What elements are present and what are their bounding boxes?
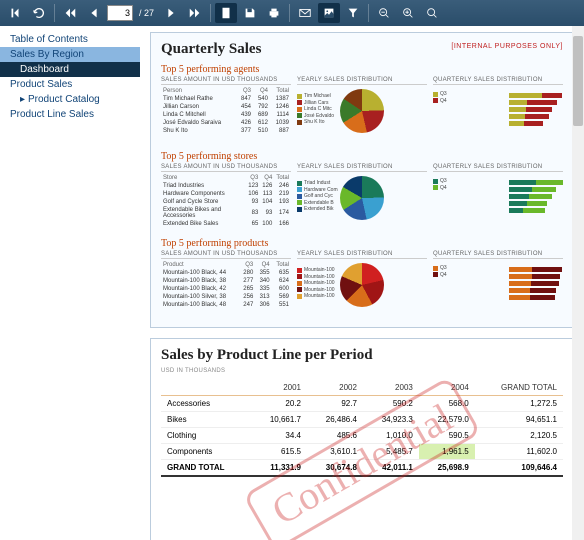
prev-page-button[interactable] — [83, 3, 105, 23]
forward-button[interactable] — [184, 3, 206, 23]
zoom-fit-button[interactable] — [421, 3, 443, 23]
report-viewer[interactable]: Quarterly Sales [INTERNAL PURPOSES ONLY]… — [140, 26, 584, 540]
zoom-out-button[interactable] — [373, 3, 395, 23]
toc-item[interactable]: Dashboard — [0, 62, 140, 77]
toc-item[interactable]: ▸Product Catalog — [0, 92, 140, 107]
filter-button[interactable] — [342, 3, 364, 23]
pie-chart: Mountain-100Mountain-100Mountain-100Moun… — [297, 263, 427, 319]
data-table: PersonQ3Q4TotalTim Michael Rathe84754013… — [161, 87, 291, 135]
table-row: Bikes10,661.726,486.434,923.322,579.094,… — [161, 412, 563, 428]
table-row: Accessories20.292.7590.2568.01,272.5 — [161, 396, 563, 412]
toc-item[interactable]: Product Line Sales — [0, 107, 140, 122]
bar-chart: Q3Q4 — [433, 174, 563, 230]
sales-report-title: Sales by Product Line per Period — [161, 347, 563, 364]
bar-chart: Q3Q4 — [433, 261, 563, 317]
report-toolbar: / 27 — [0, 0, 584, 26]
reload-button[interactable] — [28, 3, 50, 23]
toc-item[interactable]: Sales By Region — [0, 47, 140, 62]
gallery-button[interactable] — [318, 3, 340, 23]
bar-chart: Q3Q4 — [433, 87, 563, 143]
zoom-in-button[interactable] — [397, 3, 419, 23]
page-total-label: / 27 — [139, 8, 154, 18]
email-button[interactable] — [294, 3, 316, 23]
pie-chart: Triad IndustHardware ComGolf and CycExte… — [297, 176, 427, 232]
page-number-input[interactable] — [107, 5, 133, 21]
section-title: Top 5 performing agents — [161, 64, 563, 75]
sales-table: 2001200220032004GRAND TOTALAccessories20… — [161, 380, 563, 477]
toc-item[interactable]: Product Sales — [0, 77, 140, 92]
toc-item[interactable]: Table of Contents — [0, 32, 140, 47]
unit-note: USD IN THOUSANDS — [161, 368, 563, 374]
save-button[interactable] — [239, 3, 261, 23]
data-table: ProductQ3Q4TotalMountain-100 Black, 4428… — [161, 261, 291, 309]
section-title: Top 5 performing products — [161, 238, 563, 249]
first-page-button[interactable] — [4, 3, 26, 23]
data-table: StoreQ3Q4TotalTriad Industries123126246H… — [161, 174, 291, 228]
internal-stamp: [INTERNAL PURPOSES ONLY] — [451, 43, 563, 50]
vertical-scrollbar[interactable] — [572, 26, 584, 540]
next-page-button[interactable] — [160, 3, 182, 23]
sales-report-page: Sales by Product Line per Period USD IN … — [150, 338, 574, 540]
total-row: GRAND TOTAL11,331.930,674.842,011.125,69… — [161, 460, 563, 477]
table-row: Clothing34.4485.61,010.0590.52,120.5 — [161, 428, 563, 444]
print-button[interactable] — [263, 3, 285, 23]
page-layout-button[interactable] — [215, 3, 237, 23]
toc-sidebar: Table of ContentsSales By RegionDashboar… — [0, 26, 140, 540]
pie-chart: Tim Michael Jillian CarsLinda C MitcJosé… — [297, 89, 427, 145]
scrollbar-thumb[interactable] — [573, 36, 583, 126]
dashboard-page: Quarterly Sales [INTERNAL PURPOSES ONLY]… — [150, 32, 574, 328]
table-row: Components615.53,610.15,485.71,961.511,6… — [161, 444, 563, 460]
rewind-button[interactable] — [59, 3, 81, 23]
section-title: Top 5 performing stores — [161, 151, 563, 162]
